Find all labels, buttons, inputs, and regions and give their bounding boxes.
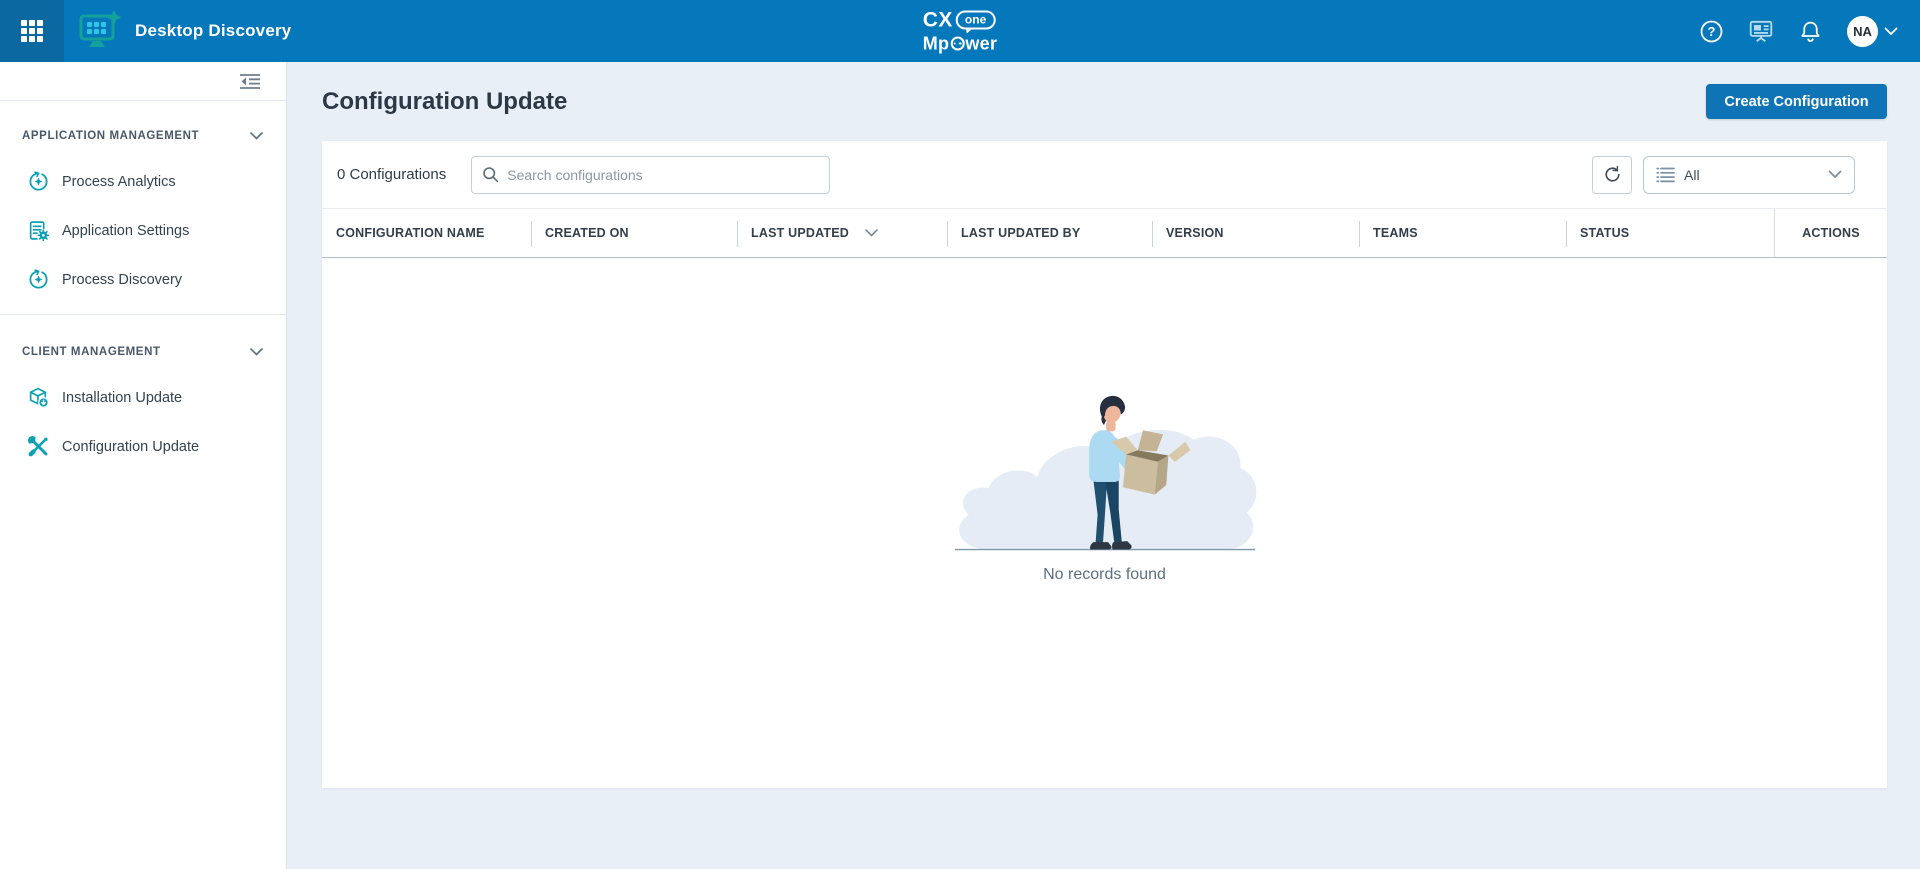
sidebar-item-label: Application Settings xyxy=(62,223,189,239)
top-bar: Desktop Discovery CX one Mpwer ? xyxy=(0,0,1920,62)
sidebar-item-label: Installation Update xyxy=(62,390,182,406)
column-header-created-on[interactable]: CREATED ON xyxy=(531,209,737,257)
sidebar-item-label: Process Analytics xyxy=(62,174,176,190)
sidebar-item-installation-update[interactable]: Installation Update xyxy=(0,373,286,422)
list-filter-icon xyxy=(1656,167,1675,183)
status-filter-dropdown[interactable]: All xyxy=(1643,156,1855,194)
sidebar-item-process-analytics[interactable]: Process Analytics xyxy=(0,157,286,206)
filter-chevron-down-icon xyxy=(1828,170,1842,179)
process-analytics-icon xyxy=(27,170,50,193)
app-title: Desktop Discovery xyxy=(135,21,291,41)
section-header-client-management[interactable]: CLIENT MANAGEMENT xyxy=(0,331,286,373)
refresh-button[interactable] xyxy=(1592,156,1632,194)
column-header-status[interactable]: STATUS xyxy=(1566,209,1774,257)
sidebar-nav: APPLICATION MANAGEMENT Process Analytics xyxy=(0,101,286,471)
waffle-icon xyxy=(19,18,45,44)
search-input[interactable] xyxy=(507,167,819,183)
sidebar-item-application-settings[interactable]: Application Settings xyxy=(0,206,286,255)
avatar[interactable]: NA xyxy=(1847,16,1878,47)
filter-selected-value: All xyxy=(1684,167,1819,183)
column-header-last-updated-by[interactable]: LAST UPDATED BY xyxy=(947,209,1152,257)
logo-one-bubble: one xyxy=(956,11,995,30)
page-title: Configuration Update xyxy=(322,88,567,116)
application-settings-icon xyxy=(27,219,50,242)
search-icon xyxy=(482,166,499,183)
logo-cx-text: CX xyxy=(923,10,953,31)
empty-state-illustration xyxy=(946,370,1264,558)
empty-state: No records found xyxy=(322,258,1887,788)
collapse-sidebar-icon[interactable] xyxy=(235,69,265,94)
sidebar-collapse-row xyxy=(0,62,286,101)
sidebar-item-configuration-update[interactable]: Configuration Update xyxy=(0,422,286,471)
desktop-discovery-logo-icon xyxy=(77,10,123,52)
top-actions: ? NA xyxy=(1699,16,1920,47)
section-label: APPLICATION MANAGEMENT xyxy=(22,130,199,142)
installation-update-icon xyxy=(27,386,50,409)
sidebar-item-label: Configuration Update xyxy=(62,439,199,455)
sidebar: APPLICATION MANAGEMENT Process Analytics xyxy=(0,62,287,869)
column-header-version[interactable]: VERSION xyxy=(1152,209,1359,257)
page-header: Configuration Update Create Configuratio… xyxy=(322,84,1887,119)
main-content: Configuration Update Create Configuratio… xyxy=(287,62,1920,869)
card-toolbar: 0 Configurations xyxy=(322,141,1887,208)
notifications-bell-icon[interactable] xyxy=(1798,19,1823,44)
column-header-actions: ACTIONS xyxy=(1774,209,1887,257)
svg-text:?: ? xyxy=(1708,24,1716,39)
column-header-last-updated[interactable]: LAST UPDATED xyxy=(737,209,947,257)
section-label: CLIENT MANAGEMENT xyxy=(22,346,161,358)
cxone-mpower-logo: CX one Mpwer xyxy=(923,10,998,53)
configurations-card: 0 Configurations xyxy=(322,141,1887,788)
section-header-application-management[interactable]: APPLICATION MANAGEMENT xyxy=(0,115,286,157)
search-box xyxy=(471,156,830,194)
logo-wer-text: wer xyxy=(965,35,997,53)
empty-state-message: No records found xyxy=(1043,566,1166,584)
process-discovery-icon xyxy=(27,268,50,291)
section-client-management: CLIENT MANAGEMENT Installation Update xyxy=(0,331,286,471)
sidebar-item-label: Process Discovery xyxy=(62,272,182,288)
table-header-row: CONFIGURATION NAME CREATED ON LAST UPDAT… xyxy=(322,208,1887,258)
configurations-count: 0 Configurations xyxy=(337,166,446,183)
configuration-update-icon xyxy=(27,435,50,458)
sidebar-divider xyxy=(0,314,286,315)
user-menu[interactable]: NA xyxy=(1847,16,1898,47)
sort-chevron-down-icon[interactable] xyxy=(865,229,878,237)
logo-mp-text: Mp xyxy=(923,35,950,53)
column-header-configuration-name[interactable]: CONFIGURATION NAME xyxy=(322,209,531,257)
chevron-down-icon xyxy=(250,348,263,356)
logo-robot-icon xyxy=(950,37,964,51)
user-menu-chevron-down-icon xyxy=(1884,27,1898,36)
create-configuration-button[interactable]: Create Configuration xyxy=(1706,84,1887,119)
section-application-management: APPLICATION MANAGEMENT Process Analytics xyxy=(0,115,286,304)
help-icon[interactable]: ? xyxy=(1699,19,1724,44)
column-header-teams[interactable]: TEAMS xyxy=(1359,209,1566,257)
guide-presentation-icon[interactable] xyxy=(1748,18,1774,44)
refresh-icon xyxy=(1603,165,1622,184)
app-brand: Desktop Discovery xyxy=(77,10,291,52)
chevron-down-icon xyxy=(250,132,263,140)
app-launcher-button[interactable] xyxy=(0,0,64,62)
sidebar-item-process-discovery[interactable]: Process Discovery xyxy=(0,255,286,304)
